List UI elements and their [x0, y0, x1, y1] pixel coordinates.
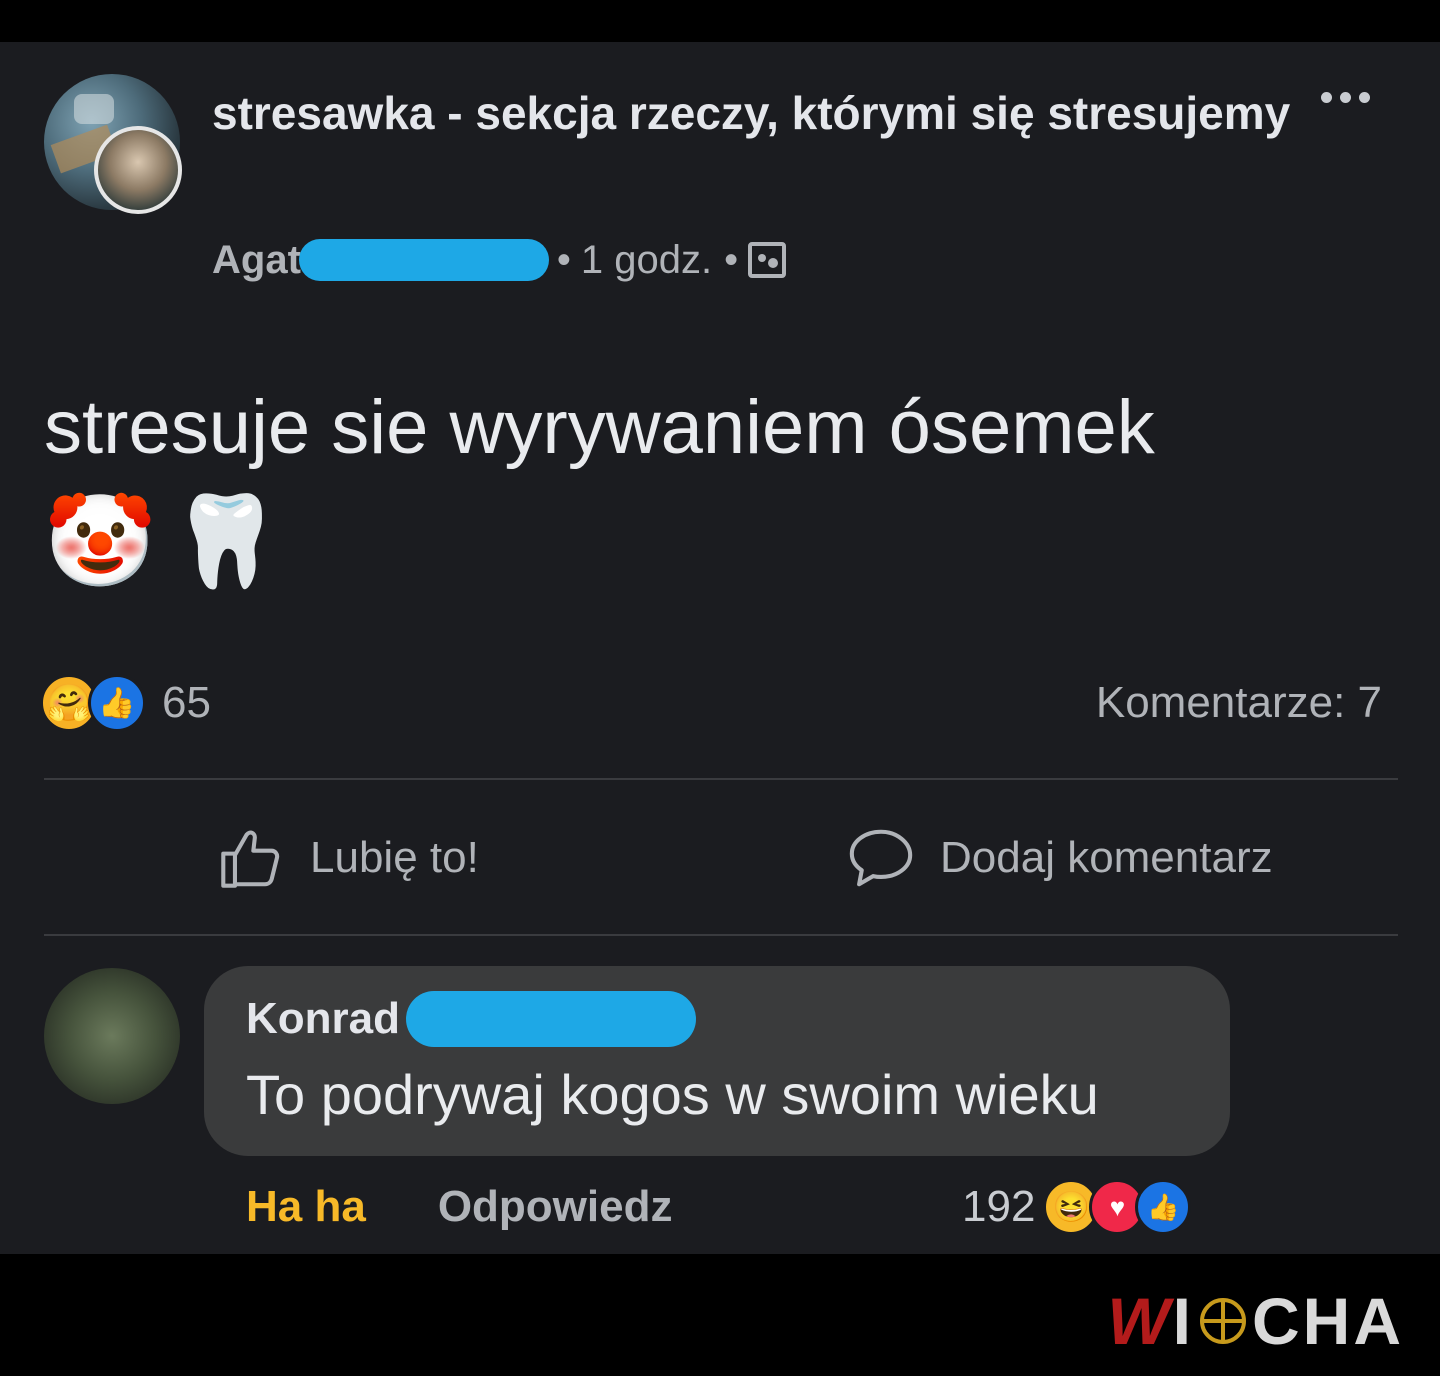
post-emojis: 🤡 🦷 [44, 482, 282, 602]
comment-actions: Ha ha Odpowiedz [246, 1176, 672, 1238]
like-reaction-icon: 👍 [88, 674, 146, 732]
post-text: stresuje sie wyrywaniem ósemek [44, 385, 1155, 470]
reaction-count: 65 [162, 678, 211, 727]
watermark-cha: CHA [1252, 1284, 1404, 1358]
like-button[interactable]: Lubię to! [216, 818, 479, 898]
watermark-logo: W I CHA [1107, 1286, 1404, 1356]
post-time[interactable]: 1 godz. [581, 238, 712, 283]
like-button-label: Lubię to! [310, 833, 479, 882]
more-options-icon[interactable] [1312, 82, 1378, 112]
divider [44, 934, 1398, 936]
post-reactions[interactable]: 🤗 👍 65 [40, 672, 211, 734]
like-reaction-icon: 👍 [1135, 1179, 1192, 1235]
group-audience-icon [748, 242, 787, 278]
commenter-avatar[interactable] [44, 968, 180, 1104]
comment-button-label: Dodaj komentarz [940, 833, 1273, 882]
comments-count[interactable]: Komentarze: 7 [1096, 672, 1382, 734]
post-meta: Agat • 1 godz. • [212, 232, 787, 288]
comment-reactions[interactable]: 192 😆 ♥ 👍 [962, 1176, 1192, 1238]
watermark-i: I [1172, 1284, 1194, 1358]
comment-bubble: Konrad To podrywaj kogos w swoim wieku [204, 966, 1230, 1156]
divider [44, 778, 1398, 780]
group-name[interactable]: stresawka - sekcja rzeczy, którymi się s… [212, 82, 1292, 144]
tooth-emoji-icon: 🦷 [170, 492, 283, 592]
post-author[interactable]: Agat [212, 238, 301, 283]
comment-reaction-count: 192 [962, 1182, 1036, 1231]
post-card: stresawka - sekcja rzeczy, którymi się s… [0, 42, 1440, 1254]
clown-emoji-icon: 🤡 [44, 492, 157, 592]
meta-separator: • [556, 237, 571, 282]
comment-text: To podrywaj kogos w swoim wieku [246, 1063, 1099, 1126]
commenter-name-row: Konrad [246, 990, 1188, 1048]
meta-separator: • [724, 237, 739, 282]
wheel-icon [1200, 1298, 1246, 1344]
commenter-name[interactable]: Konrad [246, 990, 400, 1048]
redaction-mark [406, 991, 696, 1047]
author-avatar[interactable] [94, 126, 182, 214]
speech-bubble-icon [849, 829, 913, 887]
watermark-w: W [1107, 1284, 1173, 1358]
reply-button[interactable]: Odpowiedz [438, 1182, 673, 1232]
redaction-mark [298, 239, 549, 281]
thumbs-up-icon [221, 830, 280, 888]
comment-button[interactable]: Dodaj komentarz [846, 818, 1273, 898]
haha-reaction-button[interactable]: Ha ha [246, 1182, 366, 1232]
